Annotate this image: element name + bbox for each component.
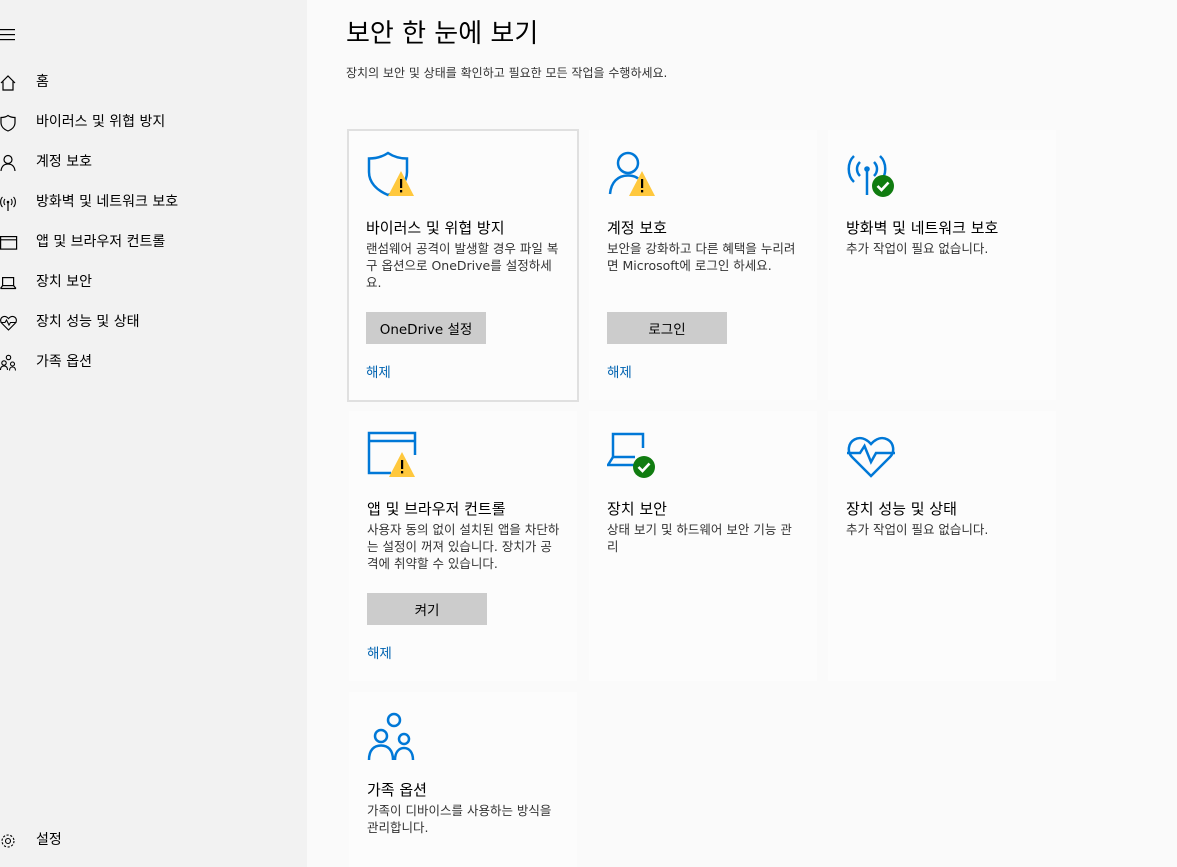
gear-icon	[0, 832, 18, 850]
shield-warning-icon	[366, 150, 418, 202]
dismiss-link[interactable]: 해제	[367, 645, 392, 663]
person-icon	[0, 154, 18, 172]
settings-label: 설정	[36, 832, 62, 848]
sidebar-item-home[interactable]: 홈	[0, 62, 307, 102]
sidebar-item-label: 장치 성능 및 상태	[36, 314, 140, 330]
sign-in-button[interactable]: 로그인	[607, 312, 727, 344]
sidebar-item-firewall[interactable]: 방화벽 및 네트워크 보호	[0, 182, 307, 222]
card-title: 앱 및 브라우저 컨트롤	[367, 500, 506, 518]
card-description: 추가 작업이 필요 없습니다.	[846, 522, 989, 537]
card-virus-protection[interactable]: 바이러스 및 위협 방지 랜섬웨어 공격이 발생할 경우 파일 복구 옵션으로 …	[347, 129, 579, 402]
network-icon	[0, 194, 18, 212]
card-description: 랜섬웨어 공격이 발생할 경우 파일 복구 옵션으로 OneDrive를 설정하…	[366, 241, 559, 290]
sidebar-item-virus-protection[interactable]: 바이러스 및 위협 방지	[0, 102, 307, 142]
family-icon	[0, 354, 18, 372]
dismiss-link[interactable]: 해제	[366, 364, 391, 382]
turn-on-button[interactable]: 켜기	[367, 593, 487, 625]
shield-icon	[0, 114, 18, 132]
sidebar-item-label: 계정 보호	[36, 154, 92, 170]
card-title: 방화벽 및 네트워크 보호	[846, 219, 999, 237]
card-firewall-protection[interactable]: 방화벽 및 네트워크 보호 추가 작업이 필요 없습니다.	[828, 130, 1056, 400]
card-family-options[interactable]: 가족 옵션 가족이 디바이스를 사용하는 방식을 관리합니다.	[349, 692, 577, 867]
page-title: 보안 한 눈에 보기	[346, 19, 539, 49]
card-title: 장치 보안	[607, 500, 667, 518]
home-icon	[0, 74, 18, 92]
heart-icon	[0, 314, 18, 332]
network-ok-icon	[846, 150, 898, 202]
card-description: 가족이 디바이스를 사용하는 방식을 관리합니다.	[367, 803, 552, 835]
sidebar: 홈 바이러스 및 위협 방지 계정 보호 방화벽 및 네트워크 보호 앱 및 브…	[0, 0, 307, 867]
card-description: 보안을 강화하고 다른 혜택을 누리려면 Microsoft에 로그인 하세요.	[607, 241, 796, 273]
sidebar-item-label: 앱 및 브라우저 컨트롤	[36, 234, 166, 250]
sidebar-item-label: 방화벽 및 네트워크 보호	[36, 194, 179, 210]
card-title: 바이러스 및 위협 방지	[366, 219, 505, 237]
onedrive-setup-button[interactable]: OneDrive 설정	[366, 312, 486, 344]
sidebar-item-label: 홈	[36, 74, 49, 90]
sidebar-item-app-browser[interactable]: 앱 및 브라우저 컨트롤	[0, 222, 307, 262]
card-description: 사용자 동의 없이 설치된 앱을 차단하는 설정이 꺼져 있습니다. 장치가 공…	[367, 522, 560, 571]
card-device-security[interactable]: 장치 보안 상태 보기 및 하드웨어 보안 기능 관리	[589, 411, 817, 681]
sidebar-item-label: 가족 옵션	[36, 354, 92, 370]
card-app-browser-control[interactable]: 앱 및 브라우저 컨트롤 사용자 동의 없이 설치된 앱을 차단하는 설정이 꺼…	[349, 411, 577, 681]
card-title: 장치 성능 및 상태	[846, 500, 957, 518]
card-title: 계정 보호	[607, 219, 667, 237]
dismiss-link[interactable]: 해제	[607, 364, 632, 382]
hamburger-menu-icon[interactable]	[0, 27, 16, 41]
browser-icon	[0, 234, 18, 252]
laptop-ok-icon	[605, 431, 659, 483]
card-description: 추가 작업이 필요 없습니다.	[846, 241, 989, 256]
sidebar-item-device-security[interactable]: 장치 보안	[0, 262, 307, 302]
page-subtitle: 장치의 보안 및 상태를 확인하고 필요한 모든 작업을 수행하세요.	[346, 66, 668, 80]
sidebar-item-device-performance[interactable]: 장치 성능 및 상태	[0, 302, 307, 342]
heart-pulse-icon	[846, 431, 898, 483]
card-description: 상태 보기 및 하드웨어 보안 기능 관리	[607, 522, 792, 554]
card-account-protection[interactable]: 계정 보호 보안을 강화하고 다른 혜택을 누리려면 Microsoft에 로그…	[589, 130, 817, 400]
sidebar-item-label: 장치 보안	[36, 274, 92, 290]
sidebar-item-family-options[interactable]: 가족 옵션	[0, 342, 307, 382]
laptop-icon	[0, 274, 18, 292]
family-icon	[367, 712, 419, 764]
card-title: 가족 옵션	[367, 781, 427, 799]
person-warning-icon	[607, 150, 659, 202]
sidebar-item-account-protection[interactable]: 계정 보호	[0, 142, 307, 182]
sidebar-item-label: 바이러스 및 위협 방지	[36, 114, 166, 130]
browser-warning-icon	[367, 431, 419, 483]
card-device-performance[interactable]: 장치 성능 및 상태 추가 작업이 필요 없습니다.	[828, 411, 1056, 681]
sidebar-item-settings[interactable]: 설정	[0, 820, 307, 860]
